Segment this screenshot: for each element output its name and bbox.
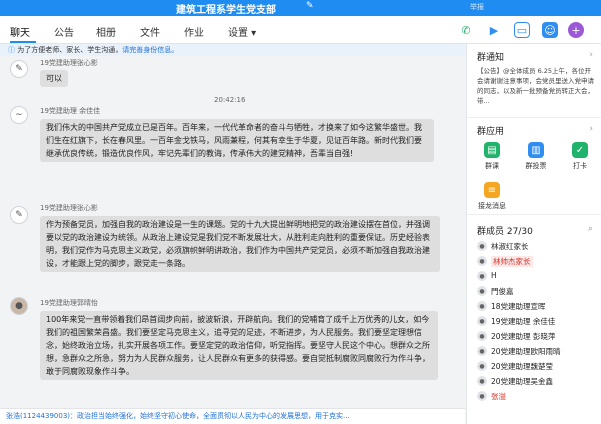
report-link[interactable]: 举报 xyxy=(470,2,484,12)
group-icon[interactable]: ☺ xyxy=(542,22,558,38)
tab-bar: 聊天 公告 相册 文件 作业 设置 ▾ ✆ ▶ ▭ ☺ + xyxy=(0,16,601,44)
message-sender: 19党建助理 余佳佳 xyxy=(40,107,101,115)
group-notice-text[interactable]: 【公告】@全体成员 6.25上午，各位开会请谢谢注意事项，会党员里送入党申请的同… xyxy=(477,66,595,106)
avatar[interactable]: ● xyxy=(10,297,28,315)
tab-files[interactable]: 文件 xyxy=(140,24,160,39)
app-label: 群投票 xyxy=(525,162,547,170)
message-bubble: 作为预备党员，加强自我的政治建设是一生的课题。党的十九大提出鲜明地把党的政治建设… xyxy=(40,216,440,272)
complete-profile-link[interactable]: 请完善身份信息。 xyxy=(122,46,178,54)
message-sender: 19党建助理张心影 xyxy=(40,204,98,212)
group-notice-title: 群通知 xyxy=(477,53,505,63)
member-avatar: ● xyxy=(477,271,487,281)
member-avatar: ● xyxy=(477,316,487,326)
app-label: 打卡 xyxy=(573,162,587,170)
member-item[interactable]: ● 20党建助理魏楚莹 xyxy=(477,360,601,373)
member-name: 20党建助理欧阳雨晴 xyxy=(491,347,561,356)
app-label: 接龙消息 xyxy=(478,202,506,210)
member-name: 20党建助理魏楚莹 xyxy=(491,362,554,371)
screen-share-icon[interactable]: ▭ xyxy=(514,22,530,38)
member-avatar: ● xyxy=(477,391,487,401)
chevron-right-icon[interactable]: › xyxy=(589,124,593,134)
member-avatar: ● xyxy=(477,361,487,371)
member-name: 門俊嘉 xyxy=(491,287,514,296)
member-item[interactable]: ● 20党建助理欧阳雨晴 xyxy=(477,345,601,358)
video-icon[interactable]: ▶ xyxy=(486,22,502,38)
chevron-right-icon[interactable]: › xyxy=(589,50,593,60)
member-avatar: ● xyxy=(477,286,487,296)
group-info-panel: 群通知 › 【公告】@全体成员 6.25上午，各位开会请谢谢注意事项，会党员里送… xyxy=(466,44,601,424)
info-icon: ⓘ xyxy=(8,46,15,54)
tab-album[interactable]: 相册 xyxy=(96,24,116,39)
add-icon[interactable]: + xyxy=(568,22,584,38)
active-tab-indicator xyxy=(10,41,36,43)
edit-title-icon[interactable]: ✎ xyxy=(306,1,314,11)
group-members-title: 群成员 27/30 xyxy=(477,224,533,237)
divider xyxy=(467,214,601,215)
relay-icon: ≡ xyxy=(484,182,500,198)
profile-notice-bar: ⓘ 为了方便老师、家长、学生沟通，请完善身份信息。 xyxy=(0,44,465,56)
message-bubble: 100年来党一直带领着我们昂首阔步向前，披波斩浪，开辟航向。我们的党哺育了成千上… xyxy=(40,311,438,380)
vote-icon: ▥ xyxy=(528,142,544,158)
message-bubble: 可以 xyxy=(40,70,68,87)
member-avatar: ● xyxy=(477,376,487,386)
member-name: 张溢 xyxy=(491,392,506,401)
chat-messages[interactable]: ✎ 19党建助理张心影 可以 20:42:16 ∼ 19党建助理 余佳佳 我们伟… xyxy=(0,56,465,408)
member-name: 林淑红家长 xyxy=(491,242,529,251)
avatar[interactable]: ✎ xyxy=(10,60,28,78)
member-item[interactable]: ● 門俊嘉 xyxy=(477,285,601,298)
member-item[interactable]: ● 林帅杰家长 xyxy=(477,255,601,268)
member-name: 20党建助理 彭晓萍 xyxy=(491,332,556,341)
class-icon: ▤ xyxy=(484,142,500,158)
message-bubble: 我们伟大的中国共产党成立已是百年。百年来，一代代革命者的奋斗与牺牲，才换来了如今… xyxy=(40,119,434,162)
member-avatar: ● xyxy=(477,346,487,356)
tab-chat[interactable]: 聊天 xyxy=(10,24,30,39)
member-item[interactable]: ● 18党建助理宣晖 xyxy=(477,300,601,313)
avatar[interactable]: ✎ xyxy=(10,206,28,224)
member-item[interactable]: ● 林淑红家长 xyxy=(477,240,601,253)
member-name: 林帅杰家长 xyxy=(491,256,533,267)
member-name: H xyxy=(491,271,497,280)
latest-message-bar[interactable]: 张浩(1124439003)：政治担当始终强化，始终坚守初心使命，全面贯彻以人民… xyxy=(0,408,465,424)
member-item[interactable]: ● 19党建助理 余佳佳 xyxy=(477,315,601,328)
member-item[interactable]: ● H xyxy=(477,270,601,283)
search-icon[interactable]: ⌕ xyxy=(588,224,593,234)
member-avatar: ● xyxy=(477,301,487,311)
group-apps-title: 群应用 xyxy=(477,127,505,137)
phone-icon[interactable]: ✆ xyxy=(458,22,474,38)
app-group-class[interactable]: ▤ 群课 xyxy=(475,142,509,171)
app-label: 群课 xyxy=(485,162,499,170)
members-count: 27/30 xyxy=(506,227,533,237)
member-avatar: ● xyxy=(477,331,487,341)
member-name: 18党建助理宣晖 xyxy=(491,302,546,311)
app-relay-message[interactable]: ≡ 接龙消息 xyxy=(475,182,509,211)
window-title: 建筑工程系学生党支部 xyxy=(176,5,276,16)
member-avatar: ● xyxy=(477,256,487,266)
member-item[interactable]: ● 20党建助理吴金鑫 xyxy=(477,375,601,388)
member-item[interactable]: ● 20党建助理 彭晓萍 xyxy=(477,330,601,343)
tab-settings[interactable]: 设置 ▾ xyxy=(228,24,256,39)
window-titlebar: 建筑工程系学生党支部 ✎ 举报 xyxy=(0,0,601,16)
member-avatar: ● xyxy=(477,241,487,251)
divider xyxy=(467,117,601,118)
app-group-vote[interactable]: ▥ 群投票 xyxy=(519,142,553,171)
tab-homework[interactable]: 作业 xyxy=(184,24,204,39)
avatar[interactable]: ∼ xyxy=(10,106,28,124)
member-name: 20党建助理吴金鑫 xyxy=(491,377,554,386)
checkin-icon: ✓ xyxy=(572,142,588,158)
member-name: 19党建助理 余佳佳 xyxy=(491,317,556,326)
message-sender: 19党建助理郭晴怡 xyxy=(40,299,98,307)
members-title-text: 群成员 xyxy=(477,227,505,237)
notice-text: 为了方便老师、家长、学生沟通， xyxy=(17,46,123,54)
app-checkin[interactable]: ✓ 打卡 xyxy=(563,142,597,171)
tab-announcement[interactable]: 公告 xyxy=(54,24,74,39)
member-item[interactable]: ● 张溢 xyxy=(477,390,601,403)
message-timestamp: 20:42:16 xyxy=(214,96,246,104)
message-sender: 19党建助理张心影 xyxy=(40,59,98,67)
